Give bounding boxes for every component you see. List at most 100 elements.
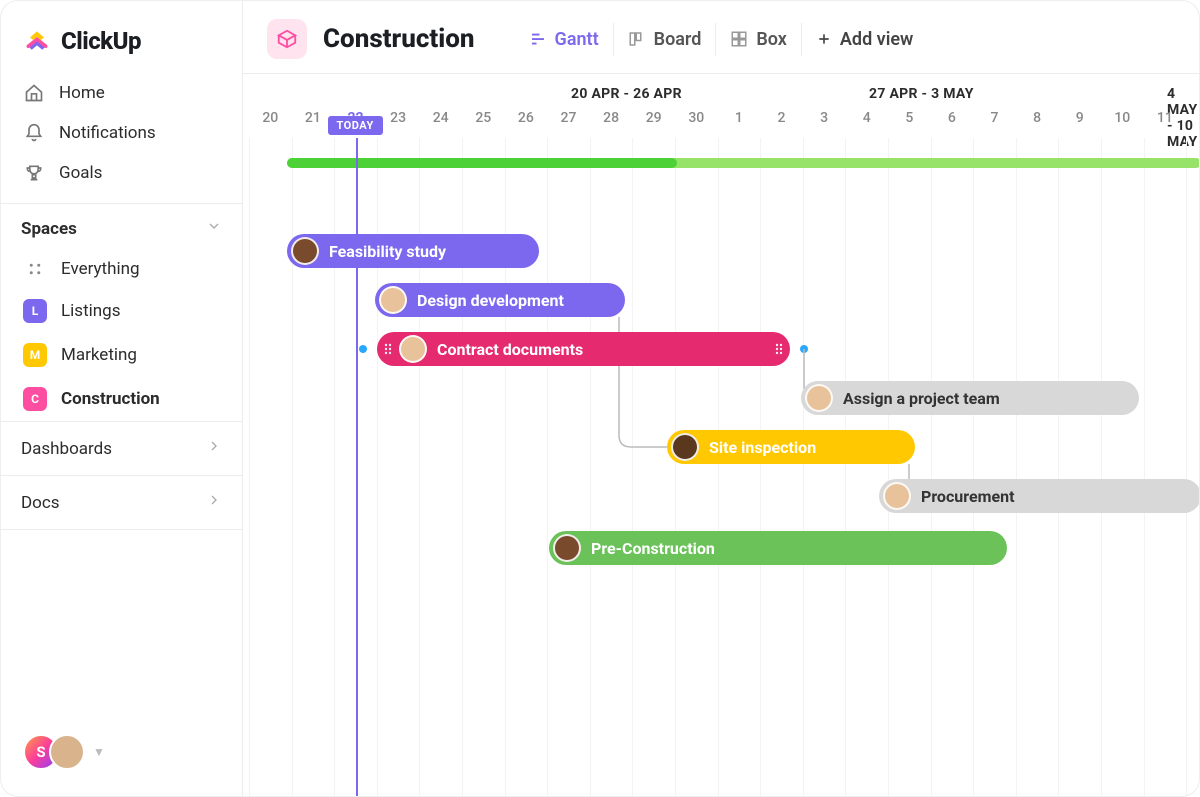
gantt-icon (529, 30, 547, 48)
assignee-avatar (883, 482, 911, 510)
day-header: 23 (377, 110, 420, 126)
user-avatars[interactable]: S ▼ (23, 734, 105, 770)
gantt-today-badge: TODAY (328, 116, 383, 135)
task-label: Assign a project team (843, 389, 1000, 408)
dependency-handle[interactable] (800, 345, 808, 353)
view-tab-label: Board (654, 29, 702, 50)
box-icon (730, 30, 748, 48)
view-tab-label: Box (756, 29, 787, 50)
task-label: Contract documents (437, 340, 583, 359)
space-item-listings[interactable]: L Listings (11, 289, 232, 333)
assignee-avatar (553, 534, 581, 562)
plus-icon (816, 31, 832, 47)
space-title: Construction (323, 24, 475, 54)
gantt-task-bar[interactable]: Assign a project team (801, 381, 1139, 415)
nav-goals[interactable]: Goals (11, 153, 232, 193)
gantt-task-bar[interactable]: Feasibility study (287, 234, 539, 268)
dependency-handle[interactable] (359, 345, 367, 353)
spaces-everything[interactable]: Everything (11, 249, 232, 289)
chevron-right-icon (206, 492, 222, 513)
day-header: 6 (931, 110, 974, 126)
nav-label: Notifications (59, 123, 156, 143)
clickup-logo-icon (23, 27, 51, 55)
space-badge: M (23, 343, 47, 367)
nav-label: Home (59, 83, 105, 103)
day-header: 1 (718, 110, 761, 126)
task-label: Pre-Construction (591, 539, 715, 558)
space-label: Listings (61, 301, 120, 321)
task-label: Design development (417, 291, 564, 310)
week-header: 20 APR - 26 APR (571, 86, 682, 102)
avatar[interactable] (49, 734, 85, 770)
day-header: 2 (760, 110, 803, 126)
spaces-everything-label: Everything (61, 259, 140, 279)
space-icon[interactable] (267, 19, 307, 59)
caret-down-icon: ▼ (93, 745, 105, 759)
nav-label: Goals (59, 163, 102, 183)
gantt-task-bar[interactable]: Pre-Construction (549, 531, 1007, 565)
bell-icon (23, 123, 45, 143)
add-view-button[interactable]: Add view (801, 23, 927, 56)
gantt-task-bar[interactable]: Contract documents (377, 332, 790, 366)
task-label: Site inspection (709, 438, 816, 457)
day-header: 12 (1186, 110, 1199, 126)
space-item-construction[interactable]: C Construction (11, 377, 232, 421)
chevron-right-icon (206, 438, 222, 459)
sidebar-dashboards[interactable]: Dashboards (1, 421, 242, 475)
day-header: 20 (249, 110, 292, 126)
day-header: 8 (1016, 110, 1059, 126)
gantt-bars: Feasibility study Design development Contr… (243, 152, 1199, 796)
drag-handle-icon[interactable] (383, 332, 393, 366)
trophy-icon (23, 163, 45, 183)
day-header: 24 (419, 110, 462, 126)
view-tab-label: Gantt (555, 29, 599, 50)
main-area: Construction Gantt Board Box Add view (243, 1, 1199, 796)
gantt-week-headers: 20 APR - 26 APR27 APR - 3 MAY4 MAY - 10 … (243, 74, 1199, 110)
space-list: L Listings MMarketing C Construction (1, 289, 242, 421)
space-badge: L (23, 299, 47, 323)
day-header: 11 (1144, 110, 1187, 126)
assignee-avatar (671, 433, 699, 461)
gantt-task-bar[interactable]: Procurement (879, 479, 1199, 513)
nav-home[interactable]: Home (11, 73, 232, 113)
app-shell: ClickUp Home Notifications Goals (0, 0, 1200, 797)
day-header: 27 (547, 110, 590, 126)
task-label: Feasibility study (329, 242, 446, 261)
brand-name: ClickUp (61, 27, 141, 55)
add-view-label: Add view (840, 29, 913, 50)
day-header: 4 (845, 110, 888, 126)
day-header: 5 (888, 110, 931, 126)
overall-progress-done (287, 158, 677, 168)
drag-handle-icon[interactable] (774, 332, 784, 366)
space-label: Construction (61, 389, 160, 409)
day-header: 7 (973, 110, 1016, 126)
gantt-task-bar[interactable]: Site inspection (667, 430, 915, 464)
assignee-avatar (379, 286, 407, 314)
sidebar: ClickUp Home Notifications Goals (1, 1, 243, 796)
spaces-section-toggle[interactable]: Spaces (1, 203, 242, 249)
space-item-marketing[interactable]: MMarketing (11, 333, 232, 377)
dashboards-label: Dashboards (21, 439, 112, 459)
nav-notifications[interactable]: Notifications (11, 113, 232, 153)
chevron-down-icon (206, 218, 222, 239)
day-header: 25 (462, 110, 505, 126)
gantt-day-headers: 2021222324252627282930123456789101112 (243, 110, 1199, 138)
view-tab-box[interactable]: Box (715, 23, 801, 56)
day-header: 29 (632, 110, 675, 126)
gantt-chart[interactable]: 20 APR - 26 APR27 APR - 3 MAY4 MAY - 10 … (243, 73, 1199, 796)
assignee-avatar (291, 237, 319, 265)
sidebar-docs[interactable]: Docs (1, 475, 242, 529)
gantt-task-bar[interactable]: Design development (375, 283, 625, 317)
brand-logo[interactable]: ClickUp (1, 1, 242, 73)
view-tab-gantt[interactable]: Gantt (515, 23, 613, 56)
view-tab-board[interactable]: Board (613, 23, 716, 56)
day-header: 3 (803, 110, 846, 126)
assignee-avatar (805, 384, 833, 412)
docs-label: Docs (21, 493, 60, 513)
home-icon (23, 83, 45, 103)
assignee-avatar (399, 335, 427, 363)
board-icon (628, 30, 646, 48)
space-badge: C (23, 387, 47, 411)
primary-nav: Home Notifications Goals (1, 73, 242, 193)
week-header: 27 APR - 3 MAY (869, 86, 974, 102)
